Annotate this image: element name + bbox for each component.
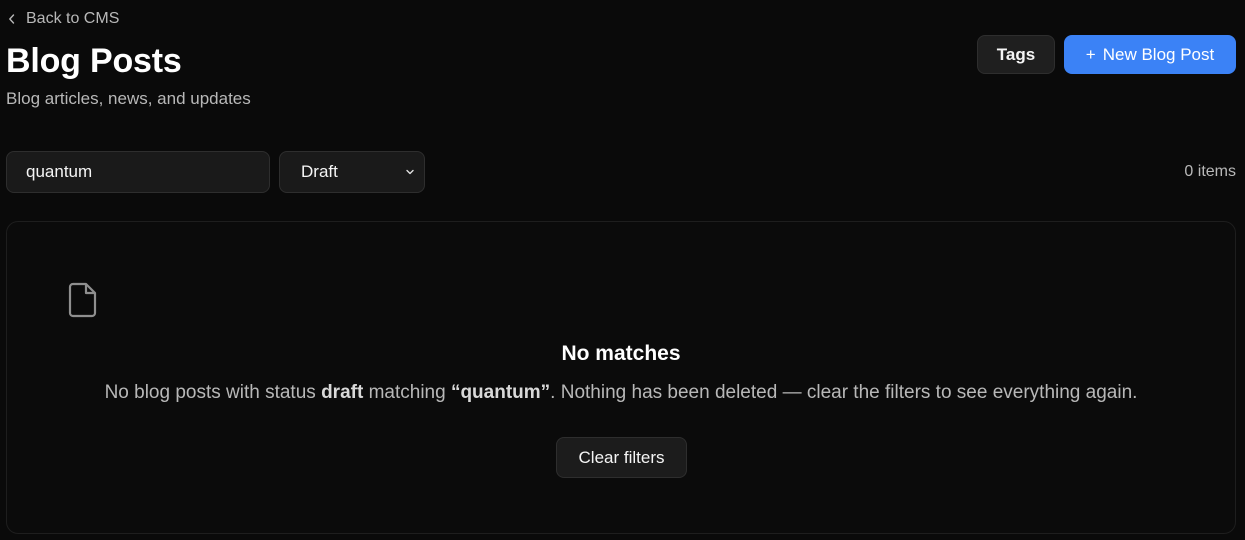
tags-button[interactable]: Tags [977,35,1055,74]
empty-state-panel: No matches No blog posts with status dra… [6,221,1236,534]
status-select-value: Draft [301,162,338,181]
empty-desc-query: “quantum” [450,382,551,403]
new-blog-post-label: New Blog Post [1102,44,1215,64]
empty-desc-text: matching [363,382,451,403]
empty-desc-text: No blog posts with status [104,382,322,403]
plus-icon: + [1085,45,1096,64]
page-subtitle: Blog articles, news, and updates [6,89,251,108]
chevron-down-icon [406,169,414,175]
item-count: 0 items [1184,163,1236,180]
search-input[interactable] [6,151,270,193]
blog-posts-page: Back to CMS Blog Posts Blog articles, ne… [0,0,1245,540]
back-link-label: Back to CMS [26,10,120,27]
new-blog-post-button[interactable]: + New Blog Post [1064,35,1236,74]
page-title: Blog Posts [6,42,182,80]
status-filter-select[interactable]: Draft [279,151,425,193]
file-icon [68,282,97,318]
empty-desc-status: draft [321,382,364,403]
empty-state-title: No matches [561,342,681,365]
chevron-left-icon [9,14,15,24]
back-to-cms-link[interactable]: Back to CMS [8,9,119,29]
clear-filters-button[interactable]: Clear filters [556,437,687,478]
empty-state-description: No blog posts with status draft matching… [7,381,1235,405]
empty-desc-text: . Nothing has been deleted — clear the f… [550,382,1138,403]
